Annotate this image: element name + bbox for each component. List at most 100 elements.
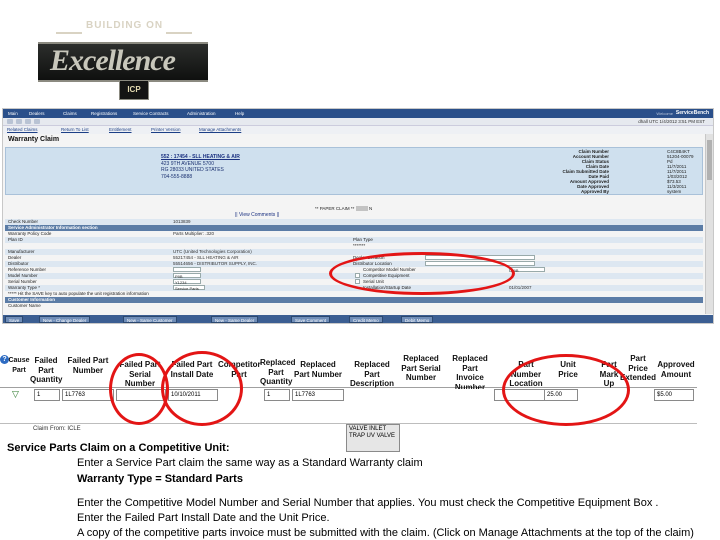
column-header-replaced-part-quantity: Replaced Part Quantity (260, 358, 296, 387)
form-value: 1013839 (173, 219, 191, 224)
header-label: Approved Amount (657, 360, 695, 379)
highlight-oval-install-date (161, 351, 243, 426)
paper-claim-label: ** PAPER CLAIM ** (315, 206, 355, 211)
nav-registrations[interactable]: Registrations (91, 111, 117, 116)
nav-dealers[interactable]: Dealers (29, 111, 45, 116)
column-header-cause-part: Cause Part (8, 356, 30, 375)
link-return-to-list[interactable]: Return To List (61, 127, 89, 132)
column-header-failed-part-number: Failed Part Number (64, 356, 112, 375)
warranty-type-select[interactable]: Service Parts (173, 285, 205, 291)
save-button[interactable]: Save (5, 316, 24, 323)
claim-from-label: Claim From: (33, 426, 66, 432)
header-label: Failed Part Quantity (30, 356, 63, 384)
nav-service-contracts[interactable]: Service Contracts (133, 111, 169, 116)
field-value: system (667, 189, 682, 194)
back-icon[interactable] (7, 119, 13, 124)
failed-part-number-input[interactable]: 1L7763 (62, 389, 114, 401)
form-label: Customer Name (8, 303, 41, 308)
claim-from: Claim From: ICLE (33, 426, 81, 432)
header-label: Replaced Part Description (349, 360, 394, 388)
link-manage-attachments[interactable]: Manage Attachments (199, 127, 241, 132)
new-same-customer-button[interactable]: New - Same Customer (123, 316, 177, 323)
column-header-replaced-part-description: Replaced Part Description (346, 360, 398, 389)
link-printer-version[interactable]: Printer Version (151, 127, 181, 132)
credit-memo-button[interactable]: Credit Memo (349, 316, 383, 323)
instructions: Service Parts Claim on a Competitive Uni… (7, 441, 717, 540)
scrollbar-thumb[interactable] (707, 140, 712, 180)
servicebench-brand: ServiceBench (675, 110, 709, 116)
column-header-failed-part-quantity: Failed Part Quantity (30, 356, 62, 385)
field-label: Approved By (580, 189, 609, 194)
home-icon[interactable] (25, 119, 31, 124)
vertical-scrollbar[interactable] (705, 134, 713, 314)
column-header-approved-amount: Approved Amount (656, 360, 696, 379)
form-label-right: Plan Type (353, 237, 373, 242)
instruction-line: A copy of the competitive parts invoice … (77, 527, 694, 540)
reference-number-input[interactable] (173, 267, 201, 272)
nav-administration[interactable]: Administration (187, 111, 216, 116)
form-value: 55514656 - DISTRIBUTOR SUPPLY, INC. (173, 261, 258, 266)
column-header-replaced-part-number: Replaced Part Number (294, 360, 342, 379)
form-value-right: 01/01/2007 (509, 285, 532, 290)
dealer-address: 552 : 17454 - SLL HEATING & AIR 423 9TH … (161, 154, 240, 180)
instruction-line: Enter the Competitive Model Number and S… (77, 496, 659, 509)
serial-number-input[interactable]: Y1234 (173, 279, 201, 285)
approved-amount-input[interactable]: $5.00 (654, 389, 694, 401)
instruction-line: Enter a Service Part claim the same way … (77, 457, 423, 470)
link-entitlement[interactable]: Entitlement (109, 127, 132, 132)
building-on-excellence-logo: BUILDING ON Excellence ICP (38, 18, 208, 100)
highlight-oval-failed-part-serial (109, 353, 169, 425)
form-label: Reference Number (8, 267, 47, 272)
new-same-dealer-button[interactable]: New - Same Dealer (211, 316, 259, 323)
logo-rule-right (166, 32, 192, 34)
forward-icon[interactable] (16, 119, 22, 124)
form-label: Plan ID (8, 237, 23, 242)
dealer-name-link[interactable]: 552 : 17454 - SLL HEATING & AIR (161, 154, 240, 161)
replaced-part-quantity-input[interactable]: 1 (264, 389, 290, 401)
link-related-claims[interactable]: Related Claims (7, 127, 38, 132)
logo-rule-left (56, 32, 82, 34)
logo-top-text: BUILDING ON (86, 20, 164, 31)
save-comment-button[interactable]: Save Comment (291, 316, 331, 323)
welcome-text: Welcome (656, 111, 673, 116)
model-number-input[interactable]: P9B (173, 273, 201, 279)
form-label: Manufacturer (8, 249, 35, 254)
print-icon[interactable] (34, 119, 40, 124)
nav-help[interactable]: Help (235, 111, 244, 116)
claim-links-bar: Related Claims Return To List Entitlemen… (3, 126, 713, 134)
instruction-line: Enter the Failed Part Install Date and t… (77, 512, 330, 525)
header-label: Replaced Part Invoice Number (452, 354, 488, 392)
form-label: Model Number (8, 273, 38, 278)
nav-main[interactable]: Main (8, 111, 18, 116)
warranty-claim-screenshot: Main Dealers Claims Registrations Servic… (2, 108, 714, 324)
header-label: Replaced Part Number (294, 360, 343, 379)
paper-claim-select[interactable] (355, 206, 368, 212)
instruction-line-warranty-type: Warranty Type = Standard Parts (77, 472, 243, 485)
form-label: Warranty Policy Code (8, 231, 52, 236)
header-label: Failed Part Number (67, 356, 109, 375)
form-label: Warranty Type * (8, 285, 41, 290)
new-change-dealer-button[interactable]: New - Change Dealer (39, 316, 91, 323)
claim-from-value: ICLE (67, 426, 81, 432)
nav-claims[interactable]: Claims (63, 111, 77, 116)
table-divider (0, 423, 697, 424)
debit-memo-button[interactable]: Debit Memo (401, 316, 434, 323)
view-comments-link[interactable]: || View Comments || (235, 212, 279, 218)
failed-part-quantity-input[interactable]: 1 (34, 389, 60, 401)
form-label: Dealer (8, 255, 22, 260)
highlight-oval-unit-price (502, 354, 630, 426)
header-label: Replaced Part Quantity (260, 358, 296, 386)
logo-badge: ICP (119, 80, 149, 100)
replaced-part-number-input[interactable]: 1L7763 (292, 389, 344, 401)
column-header-replaced-part-invoice-number: Replaced Part Invoice Number (448, 354, 492, 392)
checkmark-icon[interactable]: ▽ (12, 389, 19, 400)
highlight-oval-competitive-fields (329, 252, 515, 295)
section-header-label: Service Administrator Information sectio… (8, 225, 98, 230)
column-header-replaced-part-serial-number: Replaced Part Serial Number (400, 354, 442, 383)
form-value: 55217454 - SLL HEATING & AIR (173, 255, 239, 260)
logo-script-text: Excellence (50, 44, 176, 77)
form-value: Parts Multiplier: .320 (173, 231, 215, 236)
form-row: Customer Name (5, 303, 703, 309)
page-title: Warranty Claim (8, 136, 60, 143)
